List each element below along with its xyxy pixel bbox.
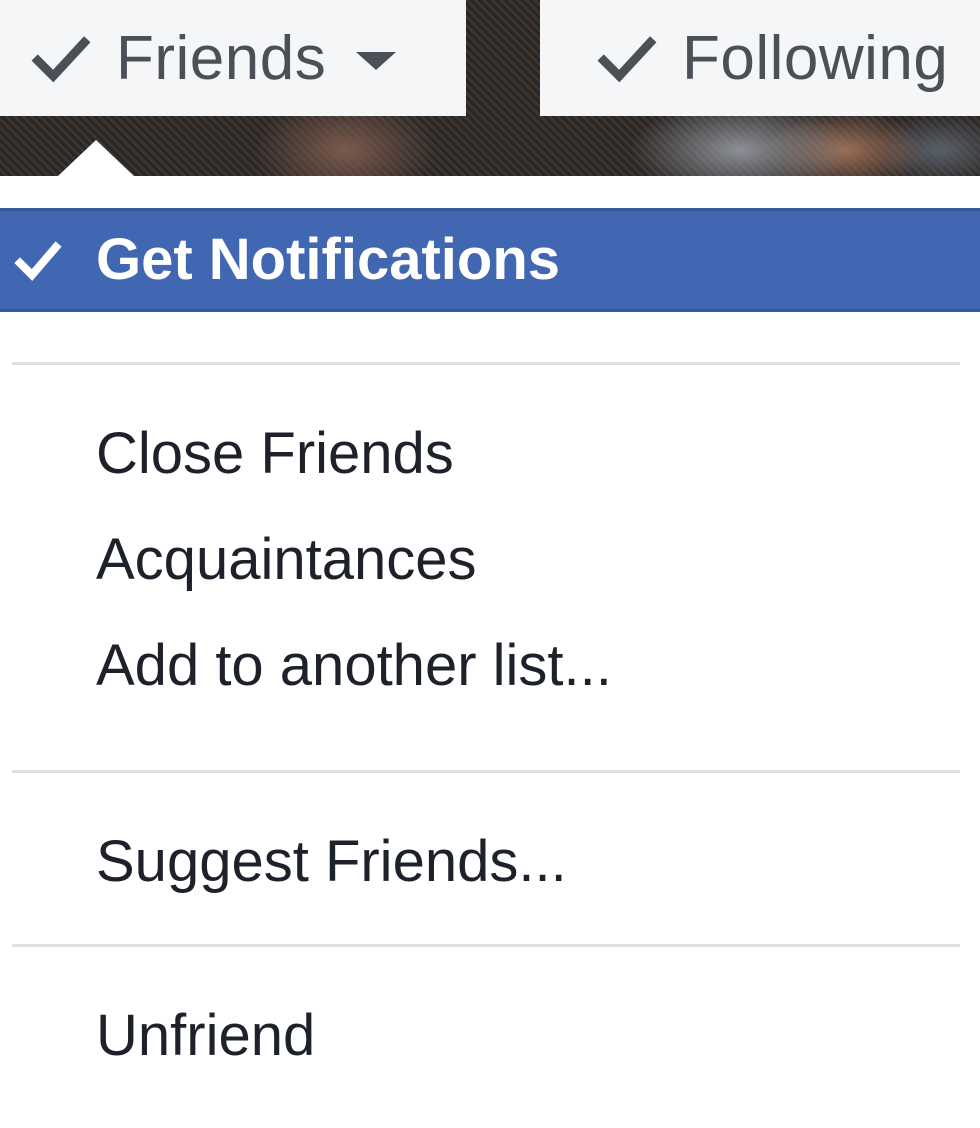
friends-dropdown-menu: Get Notifications Close Friends Acquaint…	[0, 140, 980, 1128]
friends-button[interactable]: Friends	[0, 0, 466, 116]
check-icon	[31, 36, 91, 83]
menu-item-label: Add to another list...	[96, 633, 612, 698]
menu-divider	[12, 944, 960, 947]
profile-header-area: Friends Following Get Notifications Clos…	[0, 0, 980, 1128]
menu-item-label: Close Friends	[96, 421, 454, 486]
caret-down-icon	[356, 52, 397, 70]
menu-divider	[12, 362, 960, 365]
menu-item-add-to-another-list[interactable]: Add to another list...	[0, 632, 980, 699]
check-icon	[14, 241, 62, 281]
menu-item-close-friends[interactable]: Close Friends	[0, 420, 980, 487]
menu-item-label: Acquaintances	[96, 527, 477, 592]
check-icon	[597, 36, 657, 83]
menu-item-unfriend[interactable]: Unfriend	[0, 1002, 980, 1069]
menu-divider	[12, 770, 960, 773]
friends-button-label: Friends	[116, 23, 327, 93]
menu-item-label: Unfriend	[96, 1003, 316, 1068]
dropdown-pointer	[58, 140, 134, 176]
menu-item-label: Suggest Friends...	[96, 829, 567, 894]
menu-item-acquaintances[interactable]: Acquaintances	[0, 526, 980, 593]
following-button-label: Following	[682, 23, 949, 93]
menu-item-label: Get Notifications	[96, 227, 561, 292]
menu-item-get-notifications[interactable]: Get Notifications	[0, 208, 980, 312]
menu-item-suggest-friends[interactable]: Suggest Friends...	[0, 828, 980, 895]
following-button[interactable]: Following	[540, 0, 980, 116]
